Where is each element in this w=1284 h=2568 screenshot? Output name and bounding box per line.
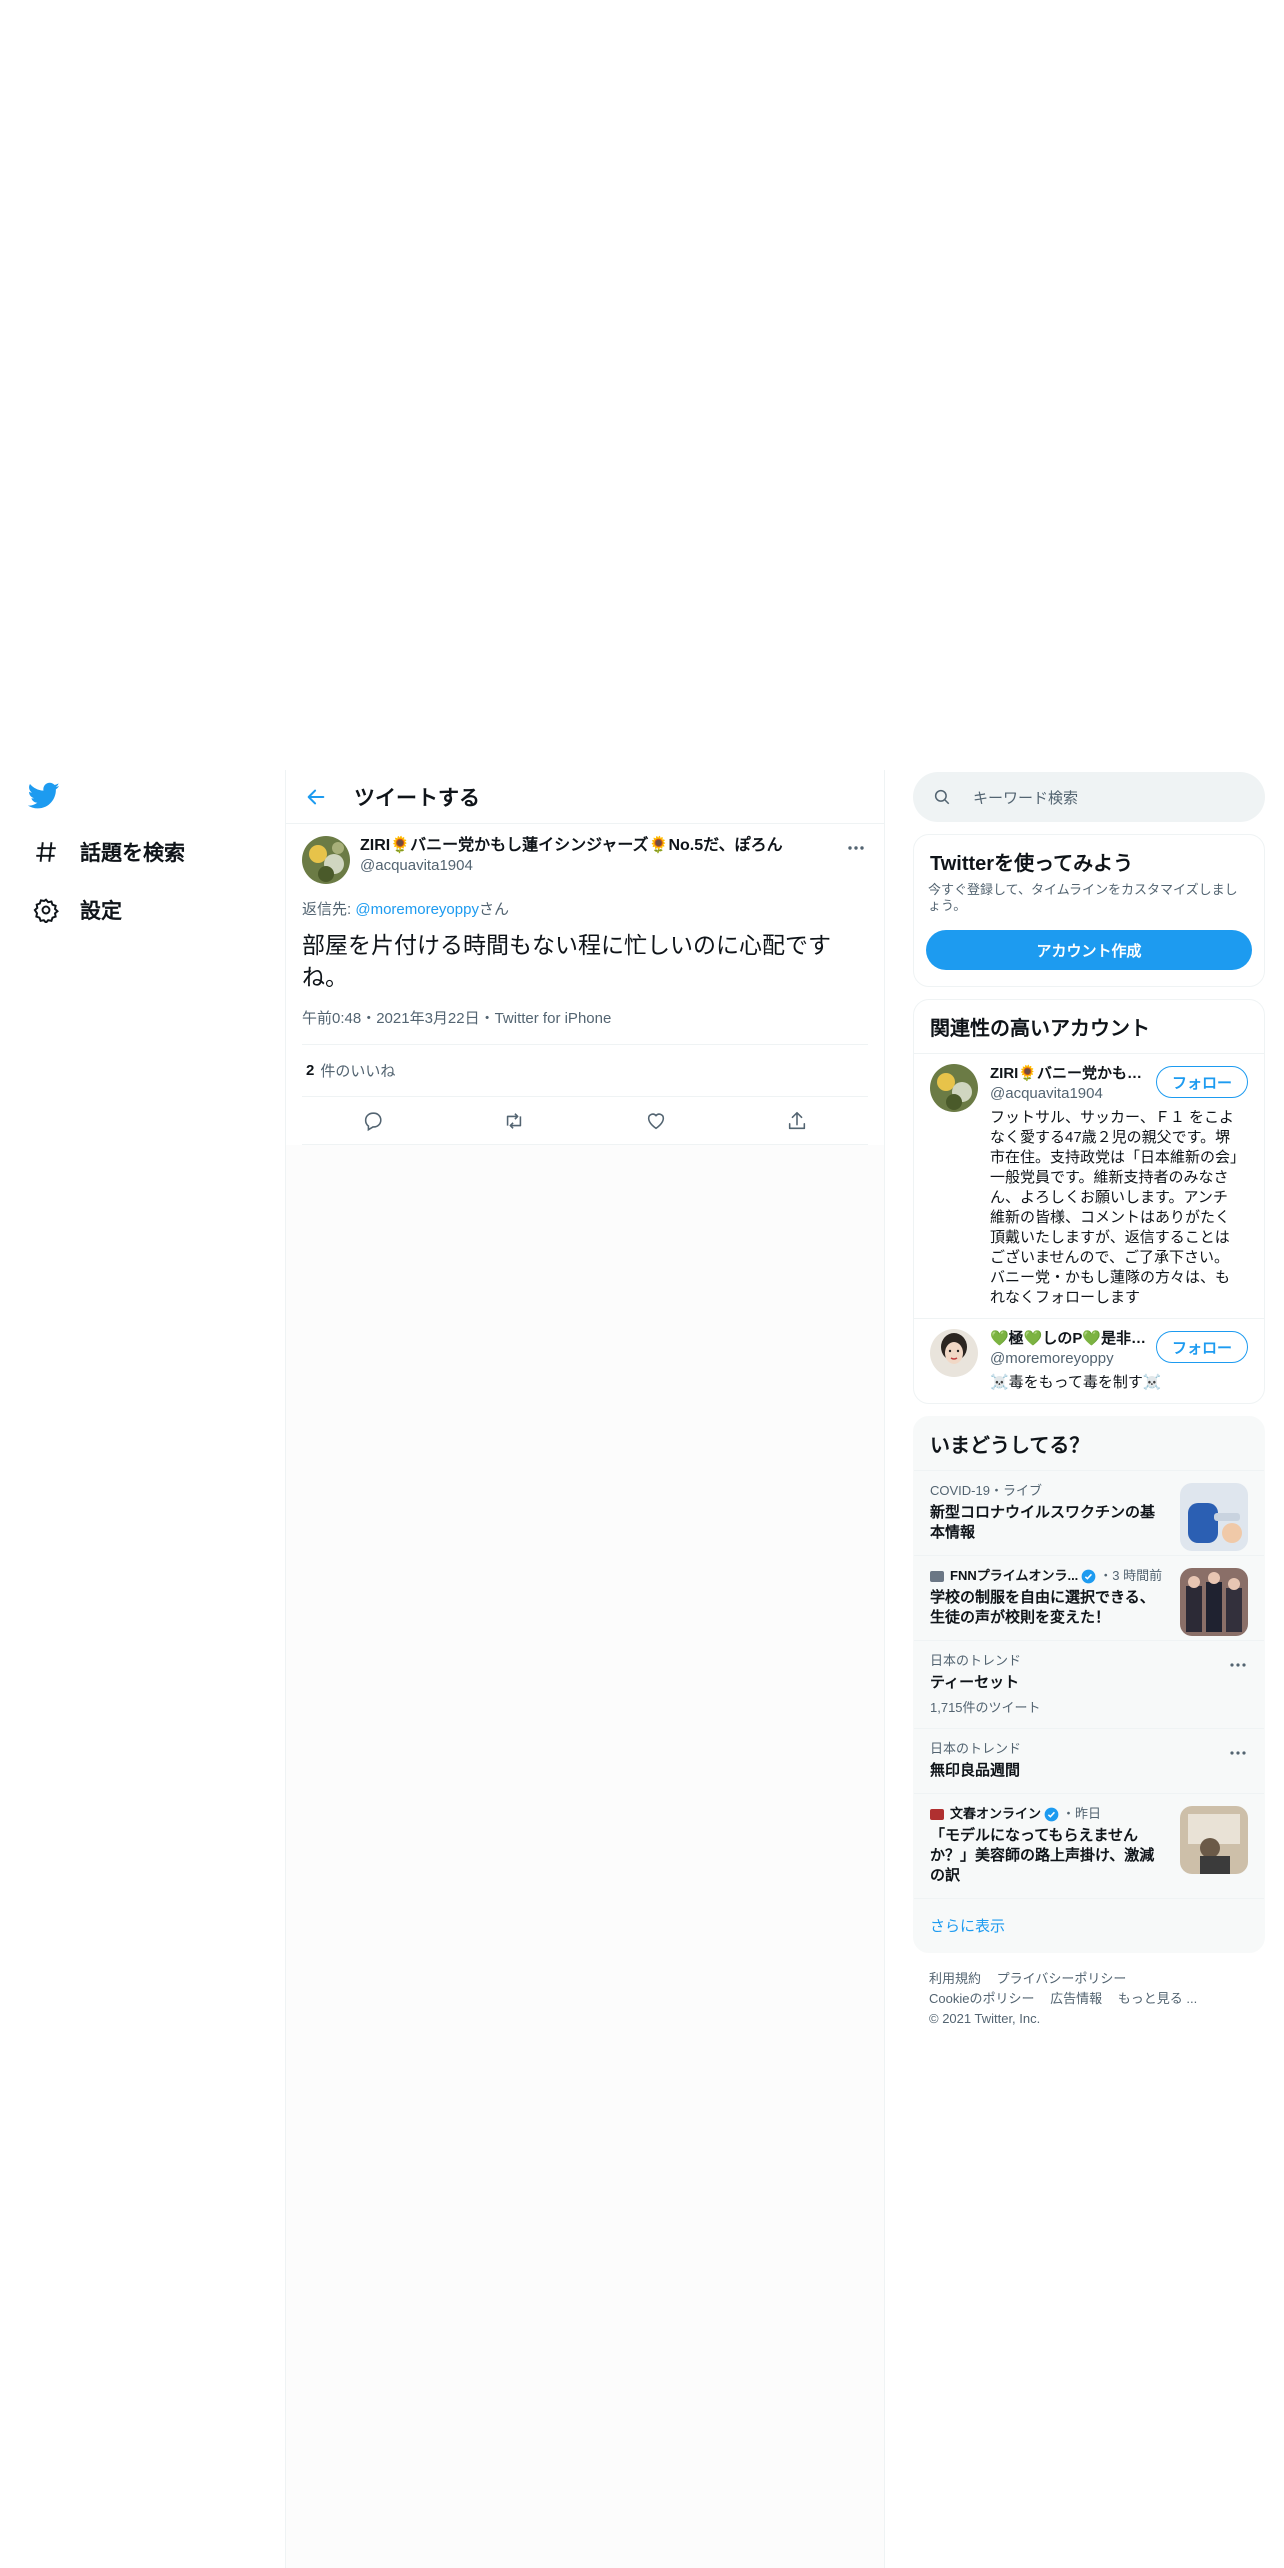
follow-button[interactable]: フォロー [1156,1331,1248,1363]
tweet-timestamp[interactable]: 午前0:48・2021年3月22日・Twitter for iPhone [302,1007,868,1045]
reply-prefix: 返信先: [302,901,356,918]
footer-link-privacy[interactable]: プライバシーポリシー [997,1971,1127,1986]
trend-title: ティーセット [930,1674,1020,1691]
trend-item[interactable]: 文春オンライン ・昨日 「モデルになってもらえませんか？」美容師の路上声掛け、激… [914,1793,1264,1898]
share-button[interactable] [779,1103,815,1139]
likes-label: 件のいいね [320,1063,396,1080]
copyright: © 2021 Twitter, Inc. [929,2011,1041,2026]
footer-link-more[interactable]: もっと見る ... [1118,1991,1197,2006]
trend-title: 無印良品週間 [930,1762,1021,1779]
more-options-button[interactable] [844,836,868,860]
author-handle[interactable]: @acquavita1904 [360,856,868,876]
hashtag-icon [30,836,62,868]
search-input[interactable]: キーワード検索 [913,772,1265,822]
likes-count[interactable]: 2 件のいいね [302,1045,868,1097]
trend-source: FNNプライムオンラ... [950,1568,1079,1583]
trend-title: 「モデルになってもらえませんか？」美容師の路上声掛け、激減の訳 [930,1827,1155,1884]
more-dots-icon[interactable] [1228,1743,1248,1763]
signup-card: Twitterを使ってみよう 今すぐ登録して、タイムラインをカスタマイズしましょ… [913,834,1265,987]
right-sidebar: キーワード検索 Twitterを使ってみよう 今すぐ登録して、タイムラインをカス… [913,770,1265,2029]
reply-suffix: さん [478,901,509,918]
trend-item[interactable]: FNNプライムオンラ... ・3 時間前 学校の制服を自由に選択できる、生徒の声… [914,1555,1264,1640]
nav-explore-label: 話題を検索 [80,842,185,865]
author-name[interactable]: ZIRI🌻バニー党かもし蓮イシンジャーズ🌻No.5だ、ぽろん [360,836,868,856]
nav-settings-label: 設定 [80,900,122,923]
trend-context: 日本のトレンド [930,1741,1022,1756]
search-icon [934,789,950,805]
account-bio: フットサル、サッカー、Ｆ１ をこよなく愛する47歳２児の親父です。堺市在住。支持… [990,1109,1238,1306]
verified-badge-icon [1081,1569,1096,1583]
more-dots-icon [848,846,864,850]
trends-card: いまどうしてる？ COVID-19・ライブ 新型コロナウイルスワクチンの基本情報… [913,1416,1265,1953]
like-button[interactable] [638,1103,674,1139]
trend-item[interactable]: 日本のトレンド 無印良品週間 [914,1728,1264,1793]
tweet-text: 部屋を片付ける時間もない程に忙しいのに心配ですね。 [302,932,831,990]
account-avatar[interactable] [930,1329,978,1377]
trend-source: 文春オンライン [950,1806,1042,1821]
trend-title: 新型コロナウイルスワクチンの基本情報 [930,1504,1156,1541]
likes-number: 2 [306,1062,315,1079]
fnn-icon [930,1570,944,1582]
bunshun-icon [930,1808,944,1820]
author-avatar[interactable] [302,836,350,884]
account-bio: ☠️毒をもって毒を制す☠️ [990,1374,1162,1391]
trend-item[interactable]: COVID-19・ライブ 新型コロナウイルスワクチンの基本情報 [914,1470,1264,1555]
account-name[interactable]: ZIRI🌻バニー党かもし蓮イシンジャーズ [990,1064,1150,1084]
footer: 利用規約 プライバシーポリシー Cookieのポリシー 広告情報 もっと見る .… [913,1969,1265,2029]
left-navigation: 話題を検索 設定 [0,770,285,2568]
verified-badge-icon [1044,1807,1059,1821]
back-button[interactable] [296,777,336,817]
create-account-button[interactable]: アカウント作成 [926,930,1252,970]
account-row[interactable]: ZIRI🌻バニー党かもし蓮イシンジャーズ @acquavita1904 フットサ… [914,1053,1264,1318]
trend-context: 日本のトレンド [930,1653,1022,1668]
reply-mention-link[interactable]: @moremoreyoppy [355,901,479,918]
nav-explore[interactable]: 話題を検索 [30,832,185,872]
footer-link-cookies[interactable]: Cookieのポリシー [929,1991,1034,2006]
related-accounts-card: 関連性の高いアカウント ZIRI🌻バニー党かもし蓮イシンジャーズ @acquav… [913,999,1265,1404]
main-column: ツイートする ZIRI🌻バニー党かもし蓮イシンジャーズ🌻No.5だ、ぽろん @a… [285,770,885,2568]
heart-icon [647,1112,664,1129]
blank-area [0,0,1284,770]
trend-thumbnail [1180,1483,1248,1551]
related-title: 関連性の高いアカウント [930,1018,1150,1040]
follow-button[interactable]: フォロー [1156,1066,1248,1098]
gear-icon [30,894,62,926]
arrow-left-icon [307,789,325,804]
trend-item[interactable]: 日本のトレンド ティーセット 1,715件のツイート [914,1640,1264,1728]
trend-title: 学校の制服を自由に選択できる、生徒の声が校則を変えた！ [930,1589,1155,1626]
retweet-icon [507,1112,522,1129]
trend-time: ・3 時間前 [1099,1568,1163,1583]
tweet: ZIRI🌻バニー党かもし蓮イシンジャーズ🌻No.5だ、ぽろん @acquavit… [286,824,884,1145]
reply-button[interactable] [355,1103,391,1139]
trend-thumbnail [1180,1806,1248,1874]
account-row[interactable]: 💚極💚しのP💚是非… @moremoreyoppy ☠️毒をもって毒を制す☠️ … [914,1318,1264,1403]
tweet-actions [302,1097,868,1145]
account-name[interactable]: 💚極💚しのP💚是非… [990,1329,1150,1349]
show-more-link[interactable]: さらに表示 [914,1898,1264,1952]
footer-link-ads[interactable]: 広告情報 [1050,1991,1102,2006]
trends-title: いまどうしてる？ [930,1435,1090,1457]
more-dots-icon[interactable] [1228,1655,1248,1675]
retweet-button[interactable] [496,1103,532,1139]
signup-subtitle: 今すぐ登録して、タイムラインをカスタマイズしましょう。 [928,882,1238,913]
trend-thumbnail [1180,1568,1248,1636]
footer-link-terms[interactable]: 利用規約 [929,1971,981,1986]
nav-settings[interactable]: 設定 [30,890,122,930]
trend-time: ・昨日 [1062,1806,1102,1821]
reply-icon [364,1111,382,1131]
main-header: ツイートする [286,770,884,824]
signup-title: Twitterを使ってみよう [930,853,1134,875]
trend-count: 1,715件のツイート [930,1700,1041,1715]
page-title: ツイートする [354,786,480,810]
search-placeholder: キーワード検索 [973,789,1079,807]
account-avatar[interactable] [930,1064,978,1112]
twitter-logo-icon[interactable] [27,782,64,818]
share-icon [789,1111,806,1129]
reply-to: 返信先: @moremoreyoppyさん [302,898,868,919]
